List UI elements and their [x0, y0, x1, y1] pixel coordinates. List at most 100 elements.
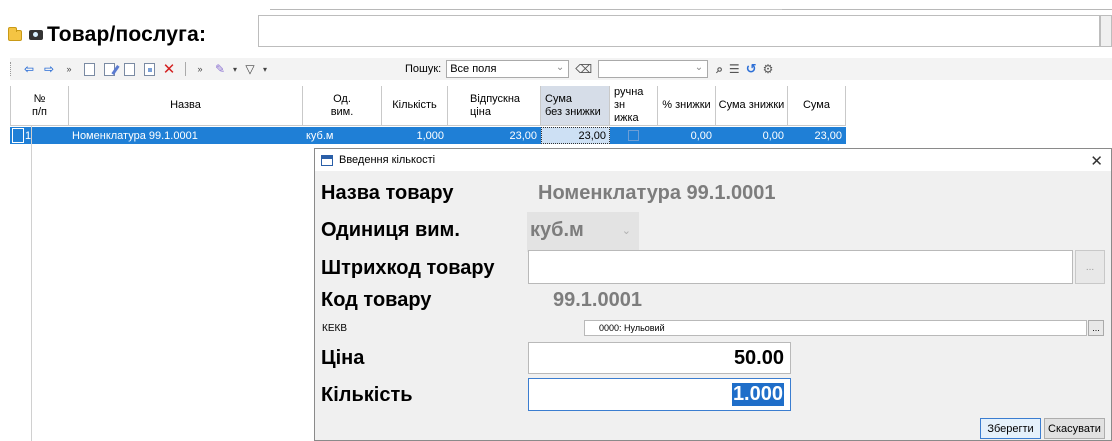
cell-sum-no-discount-value: 23,00	[578, 129, 606, 142]
cell-unit-value: куб.м	[306, 129, 334, 142]
barcode-input[interactable]	[528, 250, 1073, 284]
cell-qty[interactable]: 1,000	[382, 127, 448, 144]
col-label: Од. вим.	[330, 92, 354, 118]
cell-discount-sum[interactable]: 0,00	[716, 127, 788, 144]
col-label: № п/п	[32, 92, 47, 118]
cancel-button[interactable]: Скасувати	[1044, 418, 1105, 439]
chevron-down-icon[interactable]: ▾	[261, 61, 269, 77]
delete-icon[interactable]: ✕	[160, 61, 178, 78]
grid-header: № п/п Назва Од. вим. Кількість Відпускна…	[10, 86, 846, 126]
code-value: 99.1.0001	[553, 289, 642, 311]
list-icon[interactable]: ☰	[729, 62, 740, 76]
cell-sum[interactable]: 23,00	[788, 127, 846, 144]
col-discount-percent[interactable]: % знижки	[658, 86, 716, 126]
col-label: % знижки	[662, 99, 711, 111]
row-indicator-column	[10, 126, 32, 441]
new-document-icon[interactable]	[80, 61, 98, 77]
search-actions: ⌕ ☰ ↺ ⚙	[716, 61, 773, 77]
barcode-browse-button[interactable]: ...	[1075, 250, 1105, 284]
manual-discount-checkbox[interactable]	[628, 130, 639, 141]
toolbar-grip[interactable]	[10, 62, 14, 76]
eraser-icon[interactable]: ⌫	[575, 62, 592, 76]
code-label: Код товару	[321, 289, 432, 311]
product-select-button[interactable]	[1100, 15, 1112, 47]
price-label: Ціна	[321, 347, 365, 369]
binoculars-icon[interactable]: ⌕	[716, 62, 723, 77]
col-label: ручна зн ижка	[614, 86, 644, 124]
unit-label: Одиниця вим.	[321, 219, 460, 241]
arrow-right-icon[interactable]: ⇨	[40, 61, 58, 77]
copy-document-icon[interactable]	[120, 60, 138, 77]
cell-sum-no-discount[interactable]: 23,00	[541, 127, 610, 144]
top-edge	[270, 0, 1112, 10]
cell-manual-discount[interactable]	[610, 127, 658, 144]
col-label: Відпускна ціна	[470, 92, 521, 118]
col-label: Назва	[170, 99, 201, 111]
search-field-select[interactable]: Все поля ⌄	[446, 60, 570, 78]
settings-icon[interactable]: ⚙	[763, 62, 774, 76]
price-input[interactable]: 50.00	[528, 342, 791, 374]
name-label: Назва товару	[321, 182, 454, 204]
top-field-line	[782, 0, 1112, 10]
arrow-left-icon[interactable]: ⇦	[20, 61, 38, 77]
kekv-label: КЕКВ	[322, 323, 347, 334]
magic-wand-icon[interactable]: ✎	[211, 61, 229, 77]
table-row[interactable]: 1 Номенклатура 99.1.0001 куб.м 1,000 23,…	[10, 127, 846, 144]
product-label: Товар/послуга:	[47, 23, 207, 46]
toolbar-separator	[185, 62, 186, 76]
quantity-dialog: Введення кількості ✕ Назва товару Номенк…	[314, 148, 1112, 441]
top-field-line	[270, 0, 670, 10]
more-icon[interactable]: »	[191, 61, 209, 77]
cell-name[interactable]: Номенклатура 99.1.0001	[69, 127, 303, 144]
col-sum-no-discount[interactable]: Сума без знижки	[541, 86, 610, 126]
window-icon	[321, 154, 333, 166]
col-sum[interactable]: Сума	[788, 86, 846, 126]
cell-discount-sum-value: 0,00	[762, 129, 784, 142]
col-label: Сума знижки	[718, 99, 785, 111]
col-qty[interactable]: Кількість	[382, 86, 448, 126]
col-price[interactable]: Відпускна ціна	[448, 86, 541, 126]
unit-value: куб.м	[530, 219, 584, 241]
search-label: Пошук:	[405, 63, 442, 75]
cell-sum-value: 23,00	[814, 129, 842, 142]
col-manual-discount[interactable]: ручна зн ижка	[610, 86, 658, 126]
col-unit[interactable]: Од. вим.	[303, 86, 382, 126]
barcode-label: Штрихкод товару	[321, 257, 495, 279]
cell-unit[interactable]: куб.м	[303, 127, 382, 144]
edit-document-icon[interactable]	[100, 61, 118, 77]
cell-price-value: 23,00	[509, 129, 537, 142]
col-num[interactable]: № п/п	[10, 86, 69, 126]
quantity-input[interactable]: 1.000	[528, 378, 791, 411]
quantity-value: 1.000	[731, 383, 784, 406]
folder-icon[interactable]	[8, 26, 22, 41]
name-value: Номенклатура 99.1.0001	[538, 182, 776, 204]
col-label: Сума без знижки	[545, 92, 601, 118]
col-label: Сума	[802, 99, 830, 111]
col-label: Кількість	[392, 99, 437, 111]
search-input[interactable]: ⌄	[598, 60, 709, 78]
undo-icon[interactable]: ↺	[746, 61, 757, 77]
cell-name-value: Номенклатура 99.1.0001	[72, 129, 198, 142]
view-document-icon[interactable]	[140, 61, 158, 77]
kekv-value: 0000: Нульовий	[599, 323, 665, 333]
kekv-input[interactable]: 0000: Нульовий	[584, 320, 1087, 336]
kekv-browse-button[interactable]: ...	[1088, 320, 1104, 336]
close-icon[interactable]: ✕	[1090, 152, 1103, 170]
cell-qty-value: 1,000	[416, 129, 444, 142]
filter-icon[interactable]: ▽	[241, 61, 259, 77]
product-input[interactable]	[258, 15, 1100, 47]
chevron-down-icon[interactable]: ▾	[231, 61, 239, 77]
col-name[interactable]: Назва	[69, 86, 303, 126]
dialog-titlebar[interactable]: Введення кількості ✕	[315, 149, 1111, 171]
cell-discount-percent[interactable]: 0,00	[658, 127, 716, 144]
save-button[interactable]: Зберегти	[980, 418, 1041, 439]
cell-discount-percent-value: 0,00	[690, 129, 712, 142]
more-icon[interactable]: »	[60, 61, 78, 77]
search-field-value: Все поля	[450, 63, 497, 75]
price-value: 50.00	[733, 346, 784, 369]
cell-price[interactable]: 23,00	[448, 127, 541, 144]
grid-toolbar: ⇦ ⇨ » ✕ » ✎ ▾ ▽ ▾ Пошук: Все поля ⌄ ⌫ ⌄ …	[10, 58, 1112, 80]
chevron-down-icon: ⌄	[555, 62, 565, 73]
camera-icon[interactable]	[29, 30, 43, 40]
col-discount-sum[interactable]: Сума знижки	[716, 86, 788, 126]
